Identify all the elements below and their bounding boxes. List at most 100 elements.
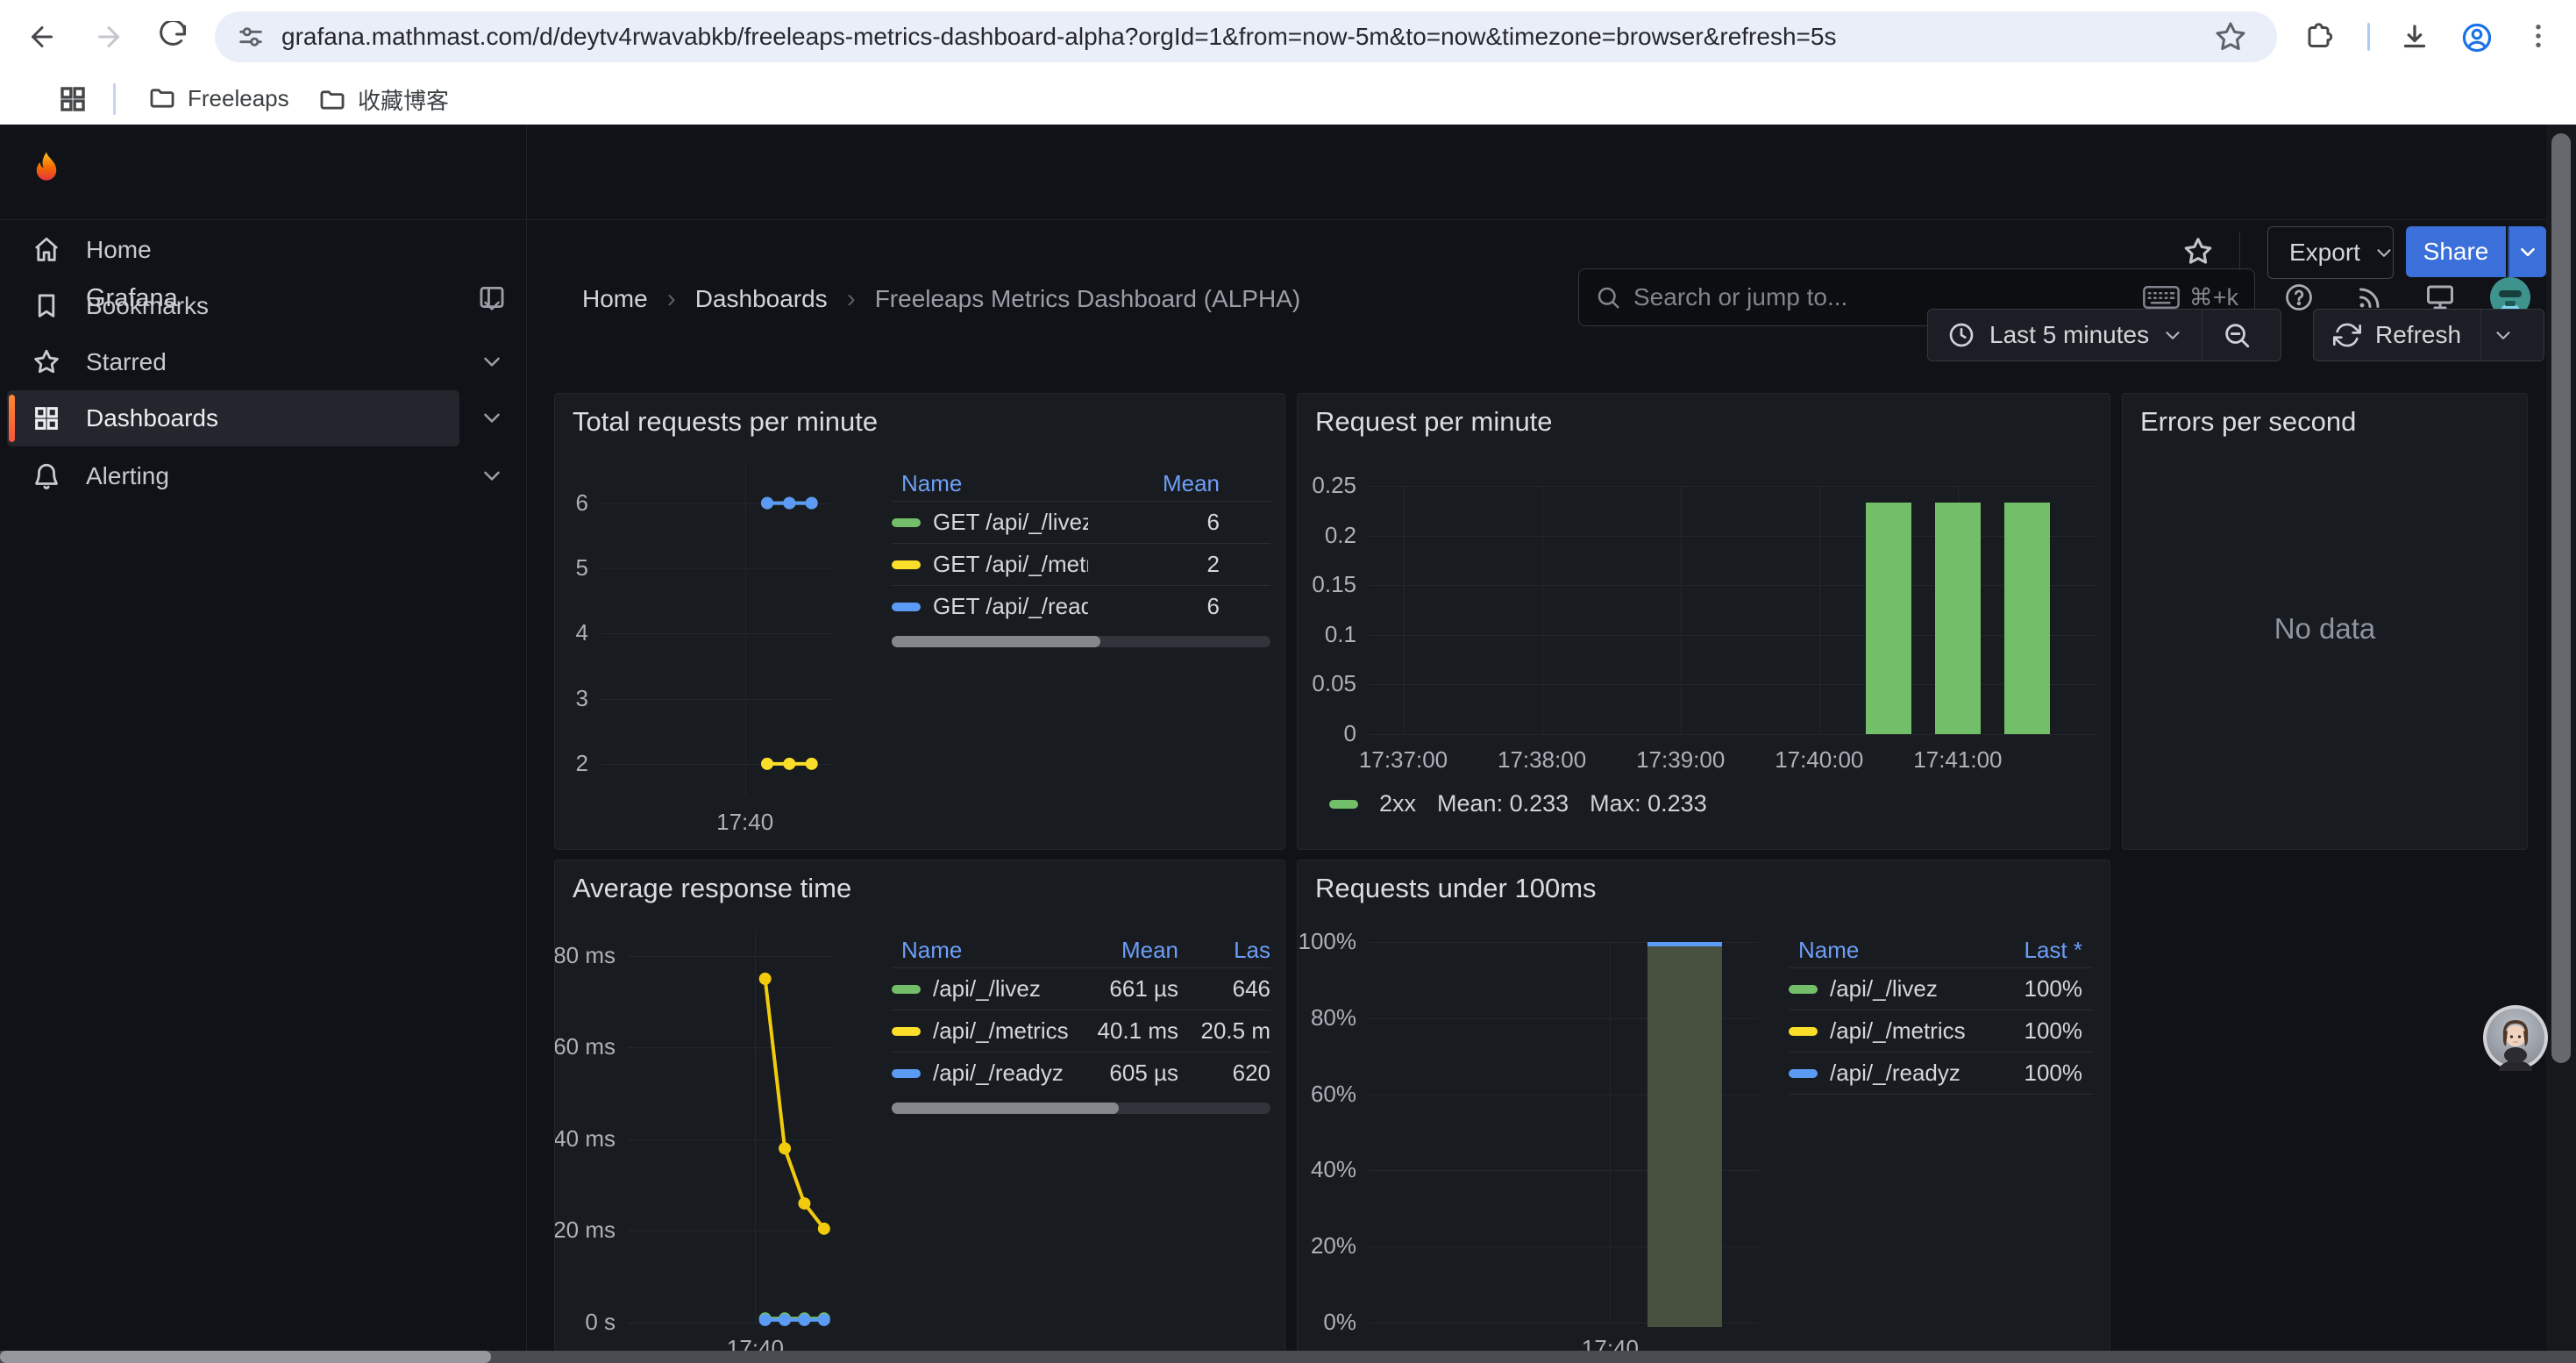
series-layer [1369,486,2096,734]
series-color-pill [892,1069,921,1078]
back-icon[interactable] [26,21,58,53]
refresh-controls: Refresh [2313,309,2544,361]
legend-row[interactable]: /api/_/metrics100% [1789,1010,2093,1052]
browser-menu-icon[interactable] [2522,19,2555,53]
legend-header: NameMeanLas [892,932,1270,967]
legend-inline: 2xxMean: 0.233Max: 0.233 [1329,790,1707,817]
site-settings-icon[interactable] [236,22,266,52]
panel-average-response-time[interactable]: Average response time 80 ms60 ms40 ms20 … [554,860,1285,1363]
active-item-indicator [9,395,15,442]
browser-toolbar: grafana.mathmast.com/d/deytv4rwavabkb/fr… [0,0,2576,74]
extensions-icon[interactable] [2304,21,2336,53]
horizontal-scrollbar-thumb[interactable] [0,1351,491,1363]
legend-header-value: Last * [1986,937,2082,964]
legend-row[interactable]: /api/_/metrics40.1 ms20.5 m [892,1010,1270,1052]
chevron-down-icon[interactable] [2161,324,2184,346]
y-axis-tick-label: 80% [1297,1004,1356,1031]
assistant-avatar[interactable] [2482,1004,2549,1071]
legend-value: 40.1 ms [1082,1017,1178,1045]
y-axis-tick-label: 0.05 [1297,670,1356,697]
legend-series-name: /api/_/readyz [933,1060,1082,1087]
bookmark-star-icon[interactable] [2215,21,2246,53]
keyboard-icon [2142,282,2181,312]
no-data-text: No data [2123,612,2527,646]
bookmark-folder-blogs[interactable]: 收藏博客 [317,83,449,116]
legend-value: 6 [1088,509,1220,536]
panel-errors-per-second[interactable]: Errors per second No data [2122,393,2528,850]
legend-row[interactable]: /api/_/livez661 µs646 [892,967,1270,1010]
y-axis-tick-label: 5 [554,554,588,582]
legend-row[interactable]: GET /api/_/livez6 [892,501,1270,543]
series-layer [601,464,834,796]
panel-title[interactable]: Request per minute [1315,406,1553,438]
profile-icon[interactable] [2460,21,2494,54]
chevron-down-icon[interactable] [479,462,505,489]
sidebar-item-dashboards[interactable]: Dashboards [7,390,459,446]
panel-title[interactable]: Errors per second [2140,406,2356,438]
share-button[interactable]: Share [2406,226,2506,277]
vertical-scrollbar-thumb[interactable] [2551,133,2571,1063]
search-shortcut: ⌘+k [2189,284,2238,311]
legend-table: NameLast */api/_/livez100%/api/_/metrics… [1789,932,2093,1095]
legend-series-name: GET /api/_/livez [933,509,1088,536]
panel-title[interactable]: Average response time [573,873,851,904]
panel-title[interactable]: Requests under 100ms [1315,873,1597,904]
url-text[interactable]: grafana.mathmast.com/d/deytv4rwavabkb/fr… [281,23,1836,51]
y-axis-tick-label: 0% [1297,1309,1356,1336]
home-icon [32,235,61,265]
chevron-down-icon[interactable] [479,348,505,375]
y-axis-tick-label: 0 [1297,720,1356,747]
chevron-down-icon[interactable] [2492,324,2515,346]
legend-series-name: /api/_/livez [1830,975,1986,1003]
sidebar-item-label: Alerting [86,462,169,490]
legend-row[interactable]: /api/_/readyz100% [1789,1052,2093,1094]
bell-icon [32,461,61,491]
legend-row[interactable]: GET /api/_/metrics2 [892,543,1270,585]
dashboards-grid-icon [32,403,61,433]
y-axis-tick-label: 0.1 [1297,621,1356,648]
refresh-icon[interactable] [2333,321,2361,349]
sidebar-item-starred[interactable]: Starred [7,334,459,390]
legend-value: 2 [1088,551,1220,578]
series-color-pill [892,1027,921,1036]
legend-row[interactable]: /api/_/livez100% [1789,967,2093,1010]
sidebar-item-bookmarks[interactable]: Bookmarks [7,278,459,334]
download-icon[interactable] [2399,21,2430,53]
forward-icon[interactable] [93,21,125,53]
grafana-logo[interactable] [25,149,68,193]
url-bar[interactable]: grafana.mathmast.com/d/deytv4rwavabkb/fr… [215,11,2277,62]
breadcrumb-dashboards[interactable]: Dashboards [695,285,828,313]
sidebar-item-label: Home [86,236,152,264]
export-button[interactable]: Export [2267,226,2394,279]
refresh-label[interactable]: Refresh [2375,321,2461,349]
share-menu-button[interactable] [2508,226,2546,277]
sidebar-item-home[interactable]: Home [7,222,459,278]
zoom-out-icon[interactable] [2222,320,2252,350]
panel-request-per-minute[interactable]: Request per minute 0.250.20.150.10.05017… [1297,393,2110,850]
legend-series-name: GET /api/_/readyz [933,593,1088,620]
panel-requests-under-100ms[interactable]: Requests under 100ms 100%80%60%40%20%0%1… [1297,860,2110,1363]
chevron-down-icon[interactable] [479,292,505,318]
legend-value: 100% [1986,1017,2082,1045]
favorite-star-icon[interactable] [2181,235,2215,268]
chevron-down-icon[interactable] [479,404,505,431]
legend-scrollbar[interactable] [892,636,1270,647]
search-placeholder: Search or jump to... [1633,283,1847,311]
help-icon[interactable] [2283,282,2315,313]
panel-total-requests[interactable]: Total requests per minute 6543217:40Name… [554,393,1285,850]
bookmark-folder-freeleaps[interactable]: Freeleaps [147,83,289,113]
legend-scrollbar[interactable] [892,1103,1270,1114]
apps-grid-icon[interactable] [58,84,88,114]
time-range-label[interactable]: Last 5 minutes [1989,321,2149,349]
legend-row[interactable]: GET /api/_/readyz6 [892,585,1270,627]
breadcrumb-home[interactable]: Home [582,285,648,313]
panel-title[interactable]: Total requests per minute [573,406,878,438]
actions-divider [2239,232,2240,270]
share-label: Share [2423,238,2489,266]
reload-icon[interactable] [154,21,186,53]
legend-series-name[interactable]: 2xx [1379,790,1416,817]
legend-row[interactable]: /api/_/readyz605 µs620 [892,1052,1270,1094]
legend-table: NameMeanGET /api/_/livez6GET /api/_/metr… [892,466,1270,647]
sidebar-item-alerting[interactable]: Alerting [7,448,459,504]
bookmark-icon [32,291,61,321]
